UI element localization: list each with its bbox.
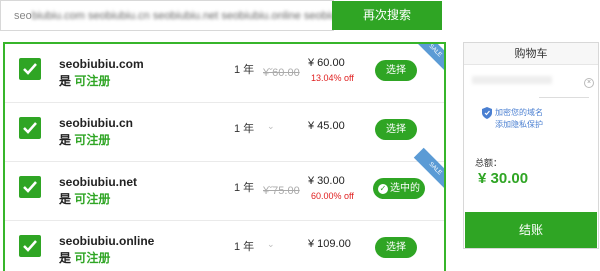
domain-checkbox[interactable] xyxy=(19,58,41,80)
divider xyxy=(539,97,589,98)
price: ¥ 30.00 xyxy=(308,175,345,187)
availability-prefix: 是 xyxy=(59,192,72,206)
price: ¥ 109.00 xyxy=(308,238,351,250)
period-select[interactable]: 1 年 xyxy=(234,61,254,77)
domain-row: seobiubiu.net 是 可注册 1 年 ⌄ ¥ 75.00 ¥ 30.0… xyxy=(5,147,444,221)
privacy-link-add[interactable]: 添加隐私保护 xyxy=(495,119,543,130)
availability: 是 可注册 xyxy=(59,131,110,148)
availability-prefix: 是 xyxy=(59,251,72,265)
select-button[interactable]: 选择 xyxy=(375,60,417,81)
check-circle-icon: ✓ xyxy=(378,184,388,194)
domain-name: seobiubiu.net xyxy=(59,175,137,189)
availability-status: 可注册 xyxy=(74,192,111,206)
period-select[interactable]: 1 年 xyxy=(234,238,254,254)
total-label: 总额： xyxy=(475,158,503,168)
availability-status: 可注册 xyxy=(74,133,111,147)
period-select[interactable]: 1 年 xyxy=(234,120,254,136)
domain-row: seobiubiu.online 是 可注册 1 年 ⌄ ¥ 109.00 选择 xyxy=(5,221,444,271)
discount: 60.00% off xyxy=(311,191,354,201)
domain-name: seobiubiu.com xyxy=(59,57,144,71)
availability-prefix: 是 xyxy=(59,133,72,147)
availability-status: 可注册 xyxy=(74,74,111,88)
domain-name: seobiubiu.online xyxy=(59,234,155,248)
chevron-down-icon[interactable]: ⌄ xyxy=(267,121,275,132)
shield-icon xyxy=(482,107,492,119)
domain-checkbox[interactable] xyxy=(19,176,41,198)
check-icon xyxy=(23,122,37,134)
old-price: ¥ 60.00 xyxy=(263,67,300,79)
select-button[interactable]: 选择 xyxy=(375,119,417,140)
close-icon[interactable]: × xyxy=(584,78,594,88)
availability-status: 可注册 xyxy=(74,251,111,265)
sale-badge: SALE xyxy=(413,44,444,73)
checkout-button[interactable]: 结账 xyxy=(465,212,597,248)
search-input[interactable]: seobiubiu.com seobiubiu.cn seobiubiu.net… xyxy=(0,0,334,31)
price: ¥ 45.00 xyxy=(308,120,345,132)
total-value: ¥ 30.00 xyxy=(478,170,529,187)
domain-checkbox[interactable] xyxy=(19,117,41,139)
availability: 是 可注册 xyxy=(59,190,110,207)
discount: 13.04% off xyxy=(311,73,354,83)
domain-name: seobiubiu.cn xyxy=(59,116,134,130)
search-again-button[interactable]: 再次搜索 xyxy=(332,1,442,30)
domain-row: seobiubiu.com 是 可注册 1 年 ⌄ ¥ 60.00 ¥ 60.0… xyxy=(5,44,444,103)
old-price: ¥ 75.00 xyxy=(263,185,300,197)
privacy-link-encrypt[interactable]: 加密您的域名 xyxy=(495,107,543,118)
domain-checkbox[interactable] xyxy=(19,235,41,257)
cart-title: 购物车 xyxy=(464,43,598,65)
selected-button[interactable]: ✓ 选中的 xyxy=(373,178,425,199)
select-button[interactable]: 选择 xyxy=(375,237,417,258)
chevron-down-icon[interactable]: ⌄ xyxy=(267,239,275,250)
check-icon xyxy=(23,181,37,193)
period-select[interactable]: 1 年 xyxy=(234,179,254,195)
check-icon xyxy=(23,63,37,75)
check-icon xyxy=(23,240,37,252)
cart-item-obscured xyxy=(472,76,552,84)
price: ¥ 60.00 xyxy=(308,57,345,69)
availability: 是 可注册 xyxy=(59,249,110,266)
domain-results-panel: seobiubiu.com 是 可注册 1 年 ⌄ ¥ 60.00 ¥ 60.0… xyxy=(3,42,446,271)
selected-label: 选中的 xyxy=(390,183,420,194)
domain-row: seobiubiu.cn 是 可注册 1 年 ⌄ ¥ 45.00 选择 xyxy=(5,103,444,162)
search-input-value: seo xyxy=(14,10,32,22)
availability: 是 可注册 xyxy=(59,72,110,89)
availability-prefix: 是 xyxy=(59,74,72,88)
search-input-value-obscured: biubiu.com seobiubiu.cn seobiubiu.net se… xyxy=(31,10,333,22)
